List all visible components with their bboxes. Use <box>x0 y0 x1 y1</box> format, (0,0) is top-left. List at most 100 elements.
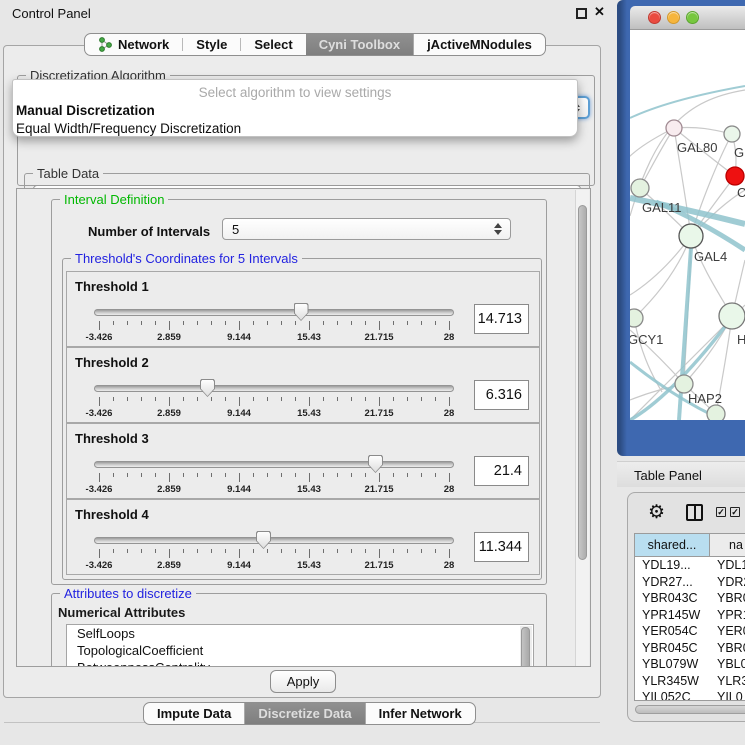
table-row[interactable]: YIL052CYIL0 <box>635 689 745 701</box>
table-row[interactable]: YDR27...YDR2 <box>635 574 745 591</box>
network-node[interactable] <box>726 167 744 185</box>
scrollbar-thumb[interactable] <box>521 627 530 667</box>
table-cell[interactable]: YPR1 <box>710 607 745 624</box>
attribute-list-item[interactable]: SelfLoops <box>67 625 533 642</box>
cyni-toolbox-tabs: Impute DataDiscretize DataInfer Network <box>143 702 476 725</box>
table-row[interactable]: YDL19...YDL1 <box>635 557 745 574</box>
table-cell[interactable]: YBL0 <box>710 656 745 673</box>
slider-thumb[interactable] <box>294 303 309 321</box>
table-row[interactable]: YBL079WYBL0 <box>635 656 745 673</box>
slider-thumb[interactable] <box>368 455 383 473</box>
table-cell[interactable]: YDR2 <box>710 574 745 591</box>
tab-label: Select <box>254 37 292 52</box>
network-edge <box>630 236 691 295</box>
table-horizontal-scrollbar[interactable] <box>634 705 745 715</box>
table-cell[interactable]: YBL079W <box>635 656 710 673</box>
column-header-name[interactable]: na <box>710 534 745 556</box>
node-label: C <box>737 185 745 200</box>
minimize-traffic-light[interactable] <box>667 11 680 24</box>
table-cell[interactable]: YLR345W <box>635 673 710 690</box>
table-cell[interactable]: YDL19... <box>635 557 710 574</box>
slider-track[interactable] <box>94 461 454 468</box>
settings-vertical-scrollbar[interactable] <box>575 190 589 666</box>
split-columns-icon[interactable] <box>686 504 703 521</box>
table-cell[interactable]: YBR043C <box>635 590 710 607</box>
network-node[interactable] <box>631 179 649 197</box>
interval-definition-label: Interval Definition <box>60 192 168 207</box>
slider-thumb[interactable] <box>200 379 215 397</box>
apply-button[interactable]: Apply <box>270 670 336 693</box>
tick-label: 21.715 <box>364 484 393 495</box>
checkbox-icon[interactable]: ✓ <box>716 507 726 517</box>
network-node[interactable] <box>630 309 643 327</box>
number-of-intervals-combobox[interactable]: 5 <box>222 218 511 240</box>
table-cell[interactable]: YIL052C <box>635 689 710 701</box>
slider-track[interactable] <box>94 385 454 392</box>
popup-item[interactable]: Equal Width/Frequency Discretization <box>13 120 577 137</box>
slider-track[interactable] <box>94 537 454 544</box>
table-row[interactable]: YBR045CYBR0 <box>635 640 745 657</box>
float-window-icon[interactable] <box>576 8 587 19</box>
numerical-attributes-list[interactable]: SelfLoopsTopologicalCoefficientBetweenne… <box>66 624 534 667</box>
table-cell[interactable]: YDL1 <box>710 557 745 574</box>
tab-network[interactable]: Network <box>85 34 182 55</box>
network-node[interactable] <box>679 224 703 248</box>
table-row[interactable]: YBR043CYBR0 <box>635 590 745 607</box>
popup-item[interactable]: Manual Discretization <box>13 102 577 120</box>
scrollbar-thumb[interactable] <box>635 705 745 714</box>
network-window-titlebar[interactable] <box>630 6 745 30</box>
threshold-value-field[interactable]: 14.713 <box>474 304 529 334</box>
table-cell[interactable]: YLR3 <box>710 673 745 690</box>
attribute-list-item[interactable]: TopologicalCoefficient <box>67 642 533 659</box>
threshold-label: Threshold 2 <box>75 355 149 370</box>
table-cell[interactable]: YPR145W <box>635 607 710 624</box>
tick-label: 9.144 <box>227 332 251 343</box>
gear-icon[interactable]: ⚙ <box>648 502 665 524</box>
table-row[interactable]: YLR345WYLR3 <box>635 673 745 690</box>
slider-thumb[interactable] <box>256 531 271 549</box>
slider-ticks <box>99 473 450 482</box>
tab-cyni-toolbox[interactable]: Cyni Toolbox <box>306 34 413 55</box>
threshold-label: Threshold 1 <box>75 279 149 294</box>
tab-jactivemnodules[interactable]: jActiveMNodules <box>413 34 545 55</box>
column-header-shared-name[interactable]: shared... <box>635 534 710 556</box>
tab-select[interactable]: Select <box>241 34 305 55</box>
thresholds-group: Threshold's Coordinates for 5 Intervals … <box>62 258 542 580</box>
combo-spinner-icon[interactable] <box>494 223 503 235</box>
table-cell[interactable]: YER0 <box>710 623 745 640</box>
table-row[interactable]: YPR145WYPR1 <box>635 607 745 624</box>
tab-label: Cyni Toolbox <box>319 37 400 52</box>
table-cell[interactable]: YBR0 <box>710 640 745 657</box>
table-row[interactable]: YER054CYER0 <box>635 623 745 640</box>
tab-impute-data[interactable]: Impute Data <box>144 703 244 724</box>
tab-infer-network[interactable]: Infer Network <box>365 703 475 724</box>
threshold-panel: Threshold 3-3.4262.8599.14415.4321.71528… <box>66 423 540 499</box>
threshold-value-field[interactable]: 21.4 <box>474 456 529 486</box>
tab-discretize-data[interactable]: Discretize Data <box>244 703 364 724</box>
close-icon[interactable]: ✕ <box>594 4 605 20</box>
slider-track[interactable] <box>94 309 454 316</box>
attributes-list-scrollbar[interactable] <box>520 626 532 667</box>
zoom-traffic-light[interactable] <box>686 11 699 24</box>
close-traffic-light[interactable] <box>648 11 661 24</box>
network-node[interactable] <box>719 303 745 329</box>
table-cell[interactable]: YIL0 <box>710 689 745 701</box>
node-label: GAL4 <box>694 249 727 264</box>
threshold-value-field[interactable]: 6.316 <box>474 380 529 410</box>
table-cell[interactable]: YER054C <box>635 623 710 640</box>
network-node[interactable] <box>666 120 682 136</box>
table-cell[interactable]: YDR27... <box>635 574 710 591</box>
network-canvas[interactable]: GAL80G.GAL11CGAL4GCY1HHAP2 <box>630 30 745 420</box>
network-edge <box>634 236 691 318</box>
table-cell[interactable]: YBR045C <box>635 640 710 657</box>
tick-label: 2.859 <box>157 408 181 419</box>
network-node[interactable] <box>724 126 740 142</box>
threshold-value-field[interactable]: 11.344 <box>474 532 529 562</box>
table-cell[interactable]: YBR0 <box>710 590 745 607</box>
tab-style[interactable]: Style <box>183 34 240 55</box>
checkbox-icon[interactable]: ✓ <box>730 507 740 517</box>
network-node[interactable] <box>707 405 725 420</box>
scrollbar-thumb[interactable] <box>578 205 587 560</box>
tick-label: -3.426 <box>86 560 113 571</box>
attribute-list-item[interactable]: BetweennessCentrality <box>67 659 533 667</box>
